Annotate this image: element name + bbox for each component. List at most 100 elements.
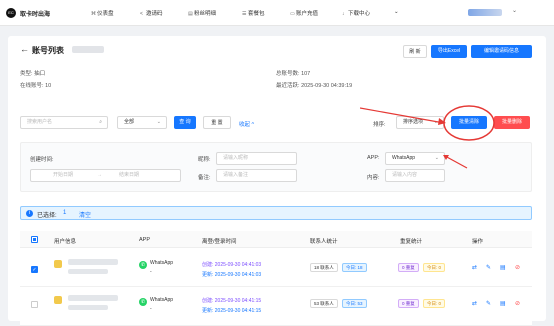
selection-summary-bar: i 已选择: 1 清空 xyxy=(20,206,532,220)
app-sub: - xyxy=(150,269,152,275)
transfer-icon[interactable]: ⇄ xyxy=(472,264,477,271)
type-value: 抽口 xyxy=(34,71,46,77)
duplicates-today-tag: 今日: 0 xyxy=(423,299,446,308)
annotation-circle xyxy=(443,105,495,141)
redacted-username xyxy=(68,295,118,301)
column-header: 离登/登录时间 xyxy=(202,239,237,245)
annotation-arrow-line xyxy=(360,107,445,124)
start-date-placeholder: 开始日期 xyxy=(53,172,74,178)
updated-time: 更新: 2025-09-30 04:41:15 xyxy=(202,308,262,314)
column-header: 操作 xyxy=(472,239,484,245)
clear-selection-link[interactable]: 清空 xyxy=(79,210,91,219)
nickname-label: 昵称: xyxy=(198,157,211,163)
content-input[interactable]: 请输入内容 xyxy=(385,169,445,182)
row-checkbox[interactable] xyxy=(31,301,38,308)
export-excel-button[interactable]: 导出Excel xyxy=(431,45,467,58)
nickname-input[interactable]: 请输入昵称 xyxy=(216,152,297,165)
disable-icon[interactable]: ⊘ xyxy=(515,264,520,271)
back-arrow-icon[interactable]: ← xyxy=(20,44,29,54)
refresh-button[interactable]: 刷 新 xyxy=(403,45,427,58)
created-time-label: 创建时间: xyxy=(30,157,54,163)
top-navigation-bar: EC 取卡时出海 ⌘仪表盘 < 邀请码 ▤粉丝明细 ☰ 套餐包 ▭账户充值 ↓ 下载中… xyxy=(0,0,554,26)
contacts-today-tag: 今日: 18 xyxy=(342,263,367,272)
edit-invite-code-button[interactable]: 编辑邀请码信息 xyxy=(471,45,532,58)
updated-time: 更新: 2025-09-30 04:41:03 xyxy=(202,272,262,278)
duplicates-total-tag: 0 重复 xyxy=(398,299,419,308)
remark-input[interactable]: 请输入备注 xyxy=(216,169,297,182)
nav-label: 套餐包 xyxy=(248,11,265,17)
nav-item-packages[interactable]: ☰ 套餐包 xyxy=(242,9,265,17)
nav-item-recharge[interactable]: ▭账户充值 xyxy=(290,9,318,17)
search-placeholder: 搜索用户名 xyxy=(27,119,53,125)
reset-button[interactable]: 重 置 xyxy=(203,116,231,129)
contacts-today-tag: 今日: 53 xyxy=(342,299,367,308)
created-time: 创建: 2025-09-30 04:41:15 xyxy=(202,298,262,304)
contacts-total-tag: 18 联系人 xyxy=(310,263,338,272)
brand-name[interactable]: 取卡时出海 xyxy=(20,9,50,18)
last-active-info: 最近活跃: 2025-09-30 04:39:19 xyxy=(276,81,352,89)
user-avatar[interactable] xyxy=(468,9,502,16)
app-label: APP: xyxy=(367,155,380,161)
page-title: 账号列表 xyxy=(32,46,64,55)
more-menu-icon[interactable]: ⌄ xyxy=(394,9,399,15)
row-checkbox[interactable]: ✓ xyxy=(31,266,38,273)
date-range-picker[interactable]: 开始日期 → 结束日期 xyxy=(30,169,181,182)
transfer-icon[interactable]: ⇄ xyxy=(472,300,477,307)
column-header: 用户信息 xyxy=(54,239,77,245)
edit-icon[interactable]: ✎ xyxy=(486,300,491,307)
redacted-phone xyxy=(68,305,108,310)
redacted-username xyxy=(68,259,118,265)
annotation-arrow-line xyxy=(444,155,468,169)
type-label: 类型: xyxy=(20,71,33,77)
content-label: 内容: xyxy=(367,175,380,181)
avatar xyxy=(54,296,62,304)
details-icon[interactable]: ▤ xyxy=(500,264,506,271)
collapse-filters-link[interactable]: 收起 ^ xyxy=(239,120,254,128)
search-button[interactable]: 查 询 xyxy=(174,116,196,129)
select-all-checkbox[interactable] xyxy=(31,236,38,243)
app-sub: - xyxy=(150,306,152,312)
whatsapp-icon: ✆ xyxy=(139,261,147,269)
edit-icon[interactable]: ✎ xyxy=(486,264,491,271)
app-name: WhatsApp xyxy=(150,297,174,303)
nav-label: 邀请码 xyxy=(146,11,163,17)
nav-label: 粉丝明细 xyxy=(194,11,217,17)
search-icon: ⌕ xyxy=(99,119,102,125)
total-value: 107 xyxy=(301,71,311,77)
brand-logo[interactable]: EC xyxy=(6,8,16,18)
duplicates-today-tag: 今日: 0 xyxy=(423,263,446,272)
chevron-down-icon: ⌄ xyxy=(156,119,161,125)
table-row[interactable]: ✓ ✆ WhatsApp - 创建: 2025-09-30 04:41:03 更… xyxy=(20,249,532,287)
nav-item-downloads[interactable]: ↓ 下载中心 xyxy=(342,9,370,17)
nav-label: 下载中心 xyxy=(348,11,371,17)
chevron-down-icon[interactable]: ⌄ xyxy=(512,7,517,14)
total-label: 总账号数: xyxy=(276,71,300,77)
nav-label: 账户充值 xyxy=(296,11,319,17)
nav-label: 仪表盘 xyxy=(97,11,114,17)
online-label: 在线账号: xyxy=(20,83,44,89)
selected-text: 已选择: xyxy=(37,213,57,219)
remark-label: 备注: xyxy=(198,175,211,181)
redacted-phone xyxy=(68,269,108,274)
selected-count: 1 xyxy=(63,210,67,216)
end-date-placeholder: 结束日期 xyxy=(119,172,140,178)
table-row[interactable]: ✆ WhatsApp - 创建: 2025-09-30 04:41:15 更新:… xyxy=(20,288,532,326)
status-select[interactable]: 全部 ⌄ xyxy=(117,116,167,129)
redacted-title-detail xyxy=(72,46,104,53)
nav-item-invite-code[interactable]: < 邀请码 xyxy=(140,9,163,17)
status-select-value: 全部 xyxy=(124,119,135,125)
column-header: APP xyxy=(139,237,151,243)
nav-item-fans[interactable]: ▤粉丝明细 xyxy=(188,9,216,17)
nav-item-dashboard[interactable]: ⌘仪表盘 xyxy=(91,9,114,17)
details-icon[interactable]: ▤ xyxy=(500,300,506,307)
column-header: 联系人统计 xyxy=(310,239,338,245)
search-input[interactable]: 搜索用户名 ⌕ xyxy=(20,116,108,129)
contacts-total-tag: 53 联系人 xyxy=(310,299,338,308)
avatar xyxy=(54,260,62,268)
arrow-right-icon: → xyxy=(97,172,102,178)
info-icon: i xyxy=(26,210,33,217)
whatsapp-icon: ✆ xyxy=(139,298,147,306)
created-time: 创建: 2025-09-30 04:41:03 xyxy=(202,262,262,268)
disable-icon[interactable]: ⊘ xyxy=(515,300,520,307)
last-active-value: 2025-09-30 04:39:19 xyxy=(301,83,353,89)
